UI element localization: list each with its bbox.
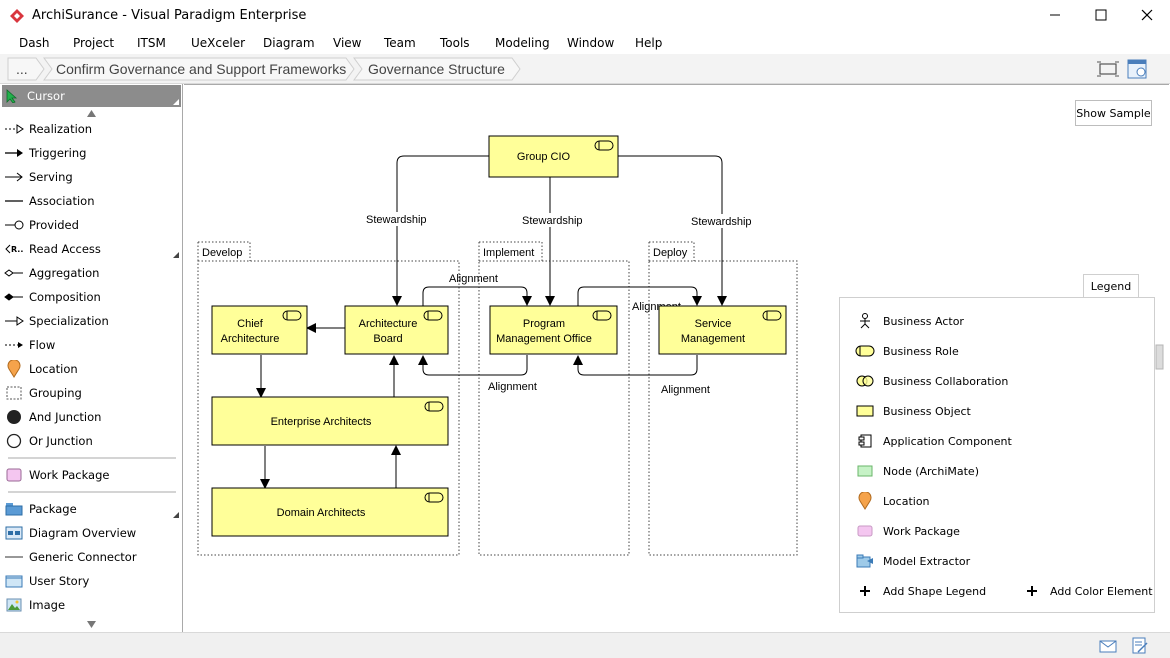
legend-label: Business Actor bbox=[883, 314, 964, 328]
group-deploy-label: Deploy bbox=[653, 247, 688, 259]
legend-label: Business Object bbox=[883, 404, 971, 418]
node-label: Management Office bbox=[496, 333, 592, 345]
edge-alignment-board-pmo[interactable] bbox=[422, 286, 532, 306]
show-sample-button[interactable]: Show Sample bbox=[1075, 100, 1152, 126]
legend-label: Node (ArchiMate) bbox=[883, 464, 979, 478]
add-color-element-label: Add Color Element bbox=[1050, 584, 1153, 598]
node-label: Program bbox=[523, 318, 565, 330]
node-label: Architecture bbox=[359, 318, 418, 330]
plus-icon bbox=[1027, 586, 1037, 596]
node-program-management-office[interactable] bbox=[489, 305, 618, 355]
edge-stewardship-service[interactable] bbox=[618, 155, 727, 306]
legend-tab[interactable]: Legend bbox=[1083, 274, 1139, 298]
edge-label-alignment: Alignment bbox=[449, 273, 498, 285]
legend-label: Business Role bbox=[883, 344, 959, 358]
business-collaboration-icon bbox=[856, 375, 874, 387]
edge-label-alignment: Alignment bbox=[661, 384, 710, 396]
legend-item-business-collaboration[interactable]: Business Collaboration bbox=[854, 371, 1008, 391]
node-label: Service bbox=[695, 318, 732, 330]
legend-item-node[interactable]: Node (ArchiMate) bbox=[854, 461, 979, 481]
node-chief-architecture[interactable] bbox=[211, 305, 308, 355]
legend-label: Business Collaboration bbox=[883, 374, 1009, 388]
edge-label-alignment: Alignment bbox=[488, 381, 537, 393]
edge-alignment-pmo-board[interactable] bbox=[418, 355, 528, 376]
model-extractor-icon bbox=[856, 554, 873, 568]
group-implement-label: Implement bbox=[483, 247, 534, 259]
legend-item-business-object[interactable]: Business Object bbox=[854, 401, 971, 421]
node-label: Domain Architects bbox=[277, 507, 366, 519]
legend-panel: Business Actor Business Role Business Co… bbox=[839, 297, 1155, 613]
legend-item-model-extractor[interactable]: Model Extractor bbox=[854, 551, 970, 571]
legend-label: Application Component bbox=[883, 434, 1012, 448]
node-label: Management bbox=[681, 333, 745, 345]
add-shape-legend-label: Add Shape Legend bbox=[883, 584, 987, 598]
node-label: Architecture bbox=[221, 333, 280, 345]
business-role-icon bbox=[855, 345, 875, 357]
node-icon bbox=[857, 465, 873, 477]
node-label: Chief bbox=[237, 318, 264, 330]
status-bar bbox=[0, 632, 1170, 658]
plus-icon bbox=[860, 586, 870, 596]
application-component-icon bbox=[858, 434, 872, 448]
work-package-icon bbox=[857, 525, 873, 537]
edge-label-stewardship: Stewardship bbox=[366, 214, 427, 226]
edge-label-stewardship: Stewardship bbox=[691, 216, 752, 228]
legend-label: Work Package bbox=[883, 524, 960, 538]
legend-item-application-component[interactable]: Application Component bbox=[854, 431, 1012, 451]
add-color-element-button[interactable]: Add Color Element bbox=[1021, 581, 1153, 601]
edge-alignment-service-pmo[interactable] bbox=[573, 355, 698, 376]
legend-item-work-package[interactable]: Work Package bbox=[854, 521, 960, 541]
node-label: Group CIO bbox=[517, 151, 571, 163]
node-label: Board bbox=[373, 333, 402, 345]
business-object-icon bbox=[856, 405, 874, 417]
legend-item-location[interactable]: Location bbox=[854, 491, 930, 511]
mail-icon[interactable] bbox=[1099, 640, 1117, 653]
location-icon bbox=[858, 492, 872, 510]
edge-label-stewardship: Stewardship bbox=[522, 215, 583, 227]
legend-item-business-actor[interactable]: Business Actor bbox=[854, 311, 964, 331]
group-develop-label: Develop bbox=[202, 247, 242, 259]
document-edit-icon[interactable] bbox=[1132, 637, 1148, 655]
legend-item-business-role[interactable]: Business Role bbox=[854, 341, 959, 361]
add-shape-legend-button[interactable]: Add Shape Legend bbox=[854, 581, 986, 601]
group-deploy[interactable] bbox=[648, 241, 798, 556]
node-architecture-board[interactable] bbox=[344, 305, 449, 355]
business-actor-icon bbox=[860, 313, 870, 329]
node-service-management[interactable] bbox=[658, 305, 787, 355]
legend-label: Location bbox=[883, 494, 930, 508]
legend-label: Model Extractor bbox=[883, 554, 971, 568]
group-implement[interactable] bbox=[478, 241, 630, 556]
vertical-scroll-handle[interactable] bbox=[1155, 344, 1164, 370]
node-label: Enterprise Architects bbox=[271, 416, 372, 428]
